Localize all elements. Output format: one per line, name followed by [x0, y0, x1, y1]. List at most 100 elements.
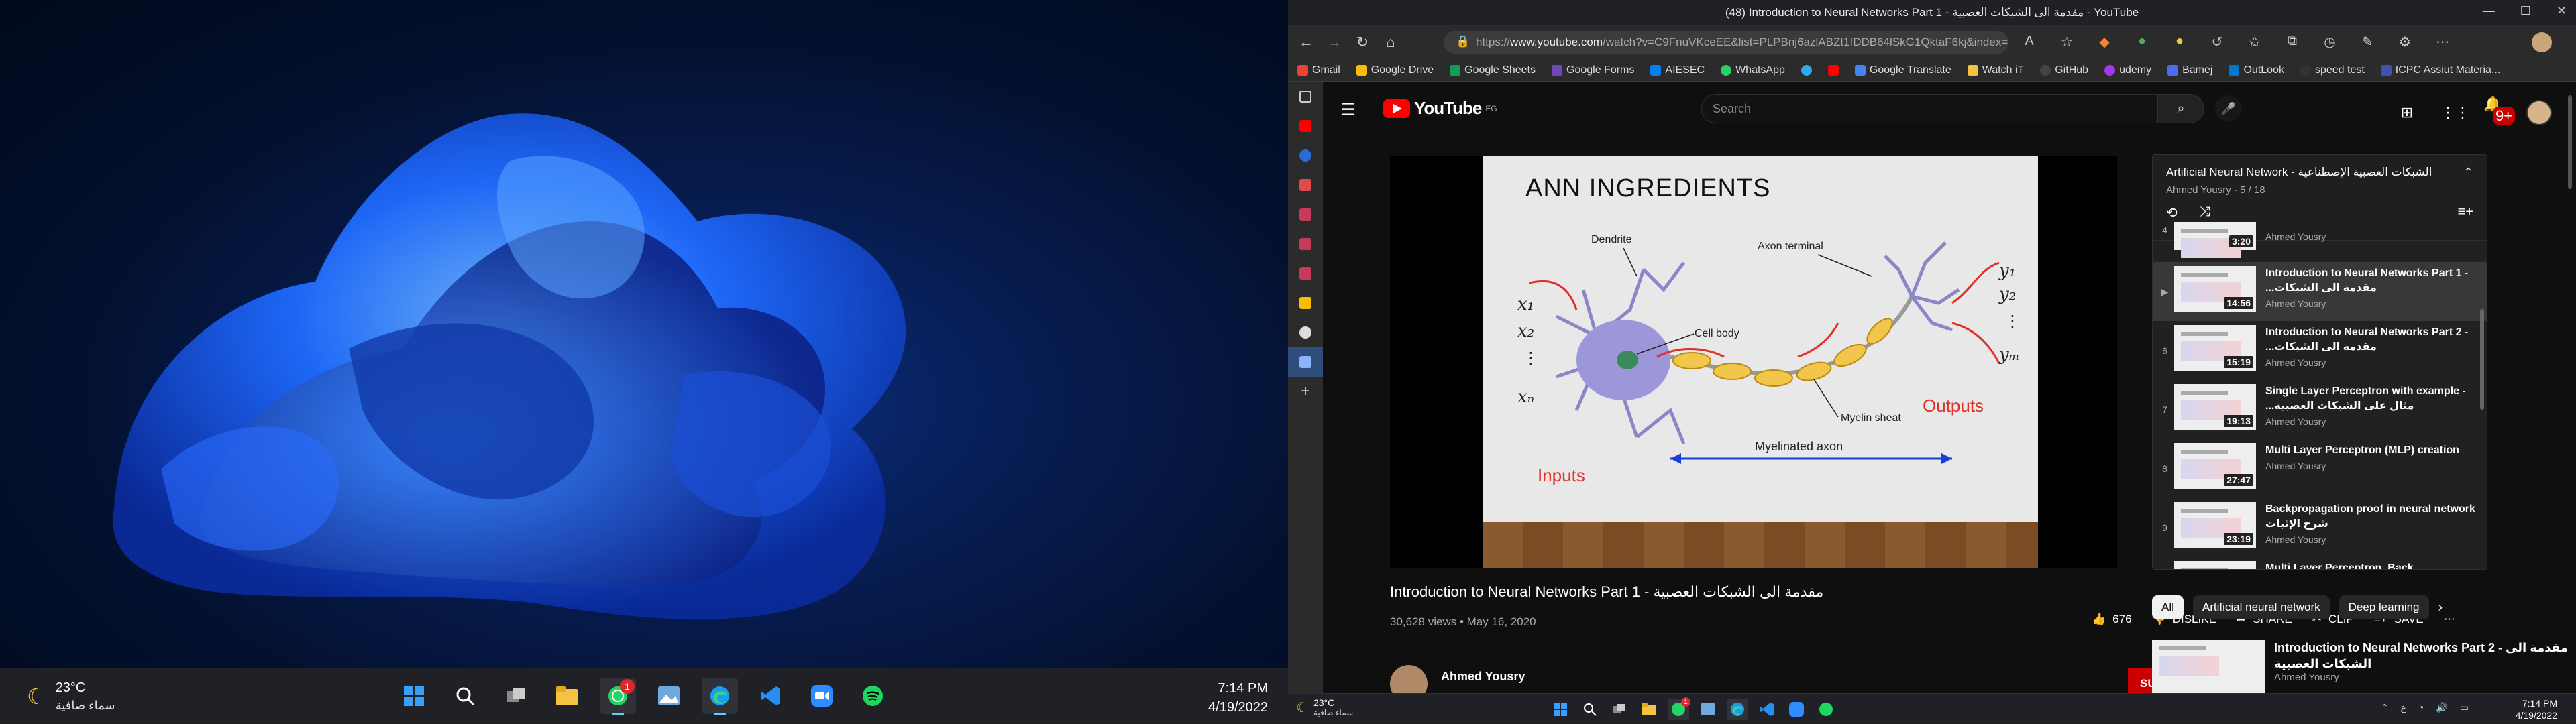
spotify-button[interactable] [1815, 699, 1837, 720]
address-bar[interactable]: 🔒 https://www.youtube.com/watch?v=C9FnuV… [1444, 31, 2008, 54]
chevron-up-icon[interactable]: ⌃ [2463, 166, 2473, 180]
spotify-button[interactable] [855, 678, 891, 714]
playlist-item-current[interactable]: ▶ 14:56 Introduction to Neural Networks … [2153, 262, 2487, 321]
zoom-button[interactable] [1786, 699, 1807, 720]
sidebar-item-10[interactable] [1288, 347, 1323, 377]
playlist-item[interactable]: Multi Layer Perceptron, Back [2153, 557, 2487, 569]
sidebar-item-3[interactable] [1288, 141, 1323, 170]
refresh-icon[interactable]: ↻ [1354, 34, 1371, 51]
close-icon[interactable]: ✕ [2557, 4, 2567, 18]
back-arrow-icon[interactable]: ← [1297, 34, 1315, 51]
task-view-button[interactable] [498, 678, 534, 714]
history-icon[interactable]: ◷ [2321, 34, 2339, 51]
battery-icon[interactable]: ▭ [2460, 702, 2469, 713]
profile-avatar[interactable] [2532, 32, 2552, 52]
bookmark-bamej[interactable]: Bamej [2167, 64, 2212, 76]
notifications-bell-icon[interactable]: 🔔9+ [2483, 95, 2516, 130]
maximize-icon[interactable]: ☐ [2520, 4, 2531, 18]
puzzle-extensions-icon[interactable]: ⚙ [2396, 34, 2414, 51]
playlist-item[interactable]: 6 15:19 Introduction to Neural Networks … [2153, 321, 2487, 380]
minimize-icon[interactable]: — [2483, 4, 2495, 18]
favorite-star-icon[interactable]: ☆ [2058, 34, 2076, 51]
bookmark-google-sheets[interactable]: Google Sheets [1450, 64, 1536, 76]
extension-icon[interactable]: ● [2133, 34, 2151, 51]
playlist-menu-icon[interactable]: ≡+ [2458, 204, 2473, 220]
create-video-icon[interactable]: ⊞ [2398, 104, 2416, 121]
playlist-item[interactable]: 8 27:47 Multi Layer Perceptron (MLP) cre… [2153, 439, 2487, 498]
wifi-icon[interactable]: ◔ [2418, 702, 2424, 713]
more-menu-icon[interactable]: ⋯ [2434, 34, 2451, 51]
photos-button[interactable] [1697, 699, 1719, 720]
sidebar-add[interactable]: + [1288, 377, 1323, 406]
search-input[interactable]: Search [1701, 94, 2157, 123]
refresh-extension-icon[interactable]: ↺ [2208, 34, 2226, 51]
apps-grid-icon[interactable]: ⋮⋮ [2440, 104, 2470, 121]
favorites-icon[interactable]: ✩ [2246, 34, 2263, 51]
bookmark-whatsapp[interactable]: WhatsApp [1721, 64, 1785, 76]
sidebar-item-5[interactable] [1288, 200, 1323, 229]
chevron-right-icon[interactable]: › [2438, 600, 2443, 615]
shuffle-icon[interactable]: ⤨ [2200, 204, 2210, 220]
bookmark-youtube[interactable] [1827, 64, 1839, 76]
chevron-up-icon[interactable]: ⌃ [2381, 702, 2389, 713]
task-view-button[interactable] [1609, 699, 1630, 720]
sidebar-item-4[interactable] [1288, 170, 1323, 200]
voice-search-button[interactable]: 🎤 [2215, 95, 2242, 122]
sidebar-item-8[interactable] [1288, 288, 1323, 318]
language-indicator[interactable]: ع [2401, 702, 2406, 713]
playlist-item[interactable]: 7 19:13 Single Layer Perceptron with exa… [2153, 380, 2487, 439]
bookmark-telegram[interactable] [1801, 64, 1812, 76]
playlist-scrollbar[interactable] [2480, 309, 2484, 410]
sidebar-item-6[interactable] [1288, 229, 1323, 259]
bookmark-watch-it[interactable]: Watch iT [1967, 64, 2024, 76]
page-scrollbar[interactable] [2568, 95, 2572, 189]
read-aloud-icon[interactable]: A [2021, 34, 2038, 51]
bookmark-google-forms[interactable]: Google Forms [1552, 64, 1634, 76]
screenshot-icon[interactable]: ✎ [2359, 34, 2376, 51]
file-explorer-button[interactable] [549, 678, 585, 714]
sidebar-item-9[interactable] [1288, 318, 1323, 347]
chip-deep-learning[interactable]: Deep learning [2339, 595, 2429, 619]
playlist-title[interactable]: Artificial Neural Network - الشبكات العص… [2166, 166, 2473, 179]
bookmark-aiesec[interactable]: AIESEC [1650, 64, 1705, 76]
bookmark-icpc[interactable]: ICPC Assiut Materia... [2380, 64, 2500, 76]
playlist-item[interactable]: 9 23:19 Backpropagation proof in neural … [2153, 498, 2487, 557]
edge-button[interactable] [702, 678, 738, 715]
bookmark-outlook[interactable]: OutLook [2229, 64, 2284, 76]
channel-name[interactable]: Ahmed Yousry [1441, 670, 1525, 684]
file-explorer-button[interactable] [1638, 699, 1660, 720]
taskbar-search[interactable] [1579, 699, 1601, 720]
bookmark-speed-test[interactable]: speed test [2300, 64, 2365, 76]
sidebar-item-7[interactable] [1288, 259, 1323, 288]
channel-avatar[interactable] [1390, 665, 1428, 693]
zoom-button[interactable] [804, 678, 840, 714]
taskbar-search[interactable] [447, 678, 483, 714]
whatsapp-button[interactable]: 1 [600, 678, 636, 715]
taskbar-clock[interactable]: 7:14 PM 4/19/2022 [1208, 679, 1268, 717]
edge-button[interactable] [1727, 699, 1748, 720]
photos-button[interactable] [651, 678, 687, 714]
loop-icon[interactable]: ⟲ [2166, 204, 2178, 221]
bookmark-google-drive[interactable]: Google Drive [1356, 64, 1434, 76]
bookmark-google-translate[interactable]: Google Translate [1854, 64, 1951, 76]
playlist-item[interactable]: 4 3:20 Ahmed Yousry [2153, 222, 2487, 262]
whatsapp-button[interactable]: 1 [1668, 697, 1690, 720]
weather-widget[interactable]: ☾ 23°C سماء صافية [27, 680, 115, 713]
vscode-button[interactable] [753, 678, 789, 714]
volume-icon[interactable]: 🔊 [2436, 702, 2447, 713]
like-button[interactable]: 👍 676 [2092, 613, 2132, 626]
taskbar-clock[interactable]: 7:14 PM 4/19/2022 [2516, 697, 2557, 721]
search-button[interactable]: ⌕ [2157, 94, 2204, 123]
vscode-button[interactable] [1756, 699, 1778, 720]
home-icon[interactable]: ⌂ [1382, 34, 1399, 51]
bookmark-github[interactable]: GitHub [2040, 64, 2088, 76]
brave-extension-icon[interactable]: ◆ [2096, 34, 2113, 51]
weather-widget[interactable]: ☾ 23°C سماء صافية [1296, 697, 1353, 717]
chip-all[interactable]: All [2152, 595, 2184, 619]
forward-arrow-icon[interactable]: → [1326, 34, 1343, 51]
bookmark-udemy[interactable]: udemy [2104, 64, 2151, 76]
grammarly-icon[interactable]: ● [2171, 34, 2188, 51]
collections-icon[interactable]: ⧉ [2284, 34, 2301, 51]
bookmark-gmail[interactable]: Gmail [1297, 64, 1340, 76]
start-button[interactable] [396, 678, 432, 714]
